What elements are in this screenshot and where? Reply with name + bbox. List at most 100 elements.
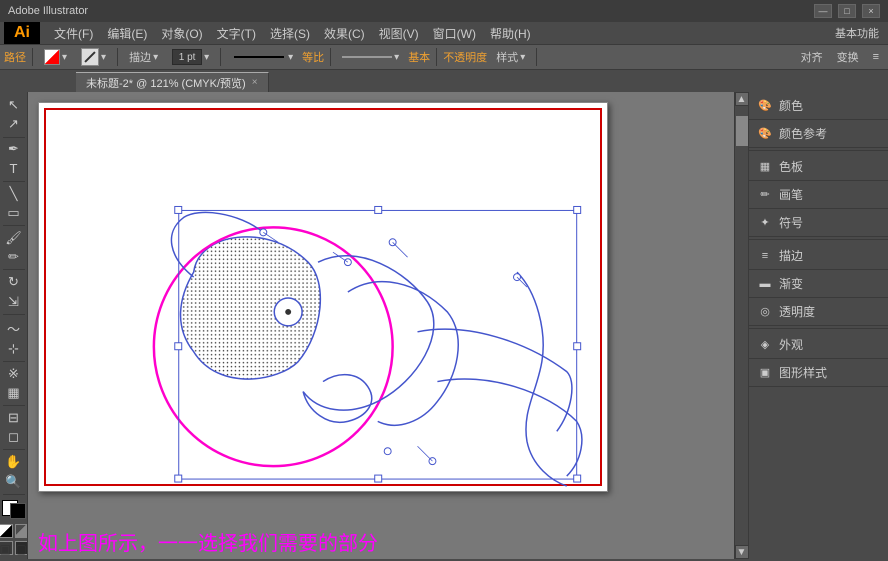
pen-tool[interactable]: ✒	[3, 140, 25, 158]
toolbar-sep4	[330, 48, 331, 66]
ctrl-handle-6[interactable]	[384, 448, 391, 455]
menu-object[interactable]: 对象(O)	[155, 23, 208, 44]
menu-file[interactable]: 文件(F)	[48, 23, 99, 44]
panel-graphic-styles-label: 图形样式	[779, 364, 827, 381]
anchor-tl[interactable]	[175, 206, 182, 213]
graphic-styles-icon: ▣	[757, 365, 773, 381]
bottom-loop[interactable]	[303, 375, 372, 423]
rotate-tool[interactable]: ↻	[3, 273, 25, 291]
align-button[interactable]: 对齐	[796, 46, 828, 68]
stroke-style-selector[interactable]: 描边 ▾	[124, 46, 163, 68]
scroll-up-button[interactable]: ▲	[735, 92, 749, 106]
menu-effect[interactable]: 效果(C)	[318, 23, 371, 44]
panel-color[interactable]: 🎨 颜色	[749, 92, 888, 120]
properties-bar: 路径 ▾ ▾ 描边 ▾ ▾ ▾ 等比 ▾ 基本 不透明度 样式 ▾ 对齐	[0, 44, 888, 70]
eraser-tool[interactable]: ◻	[3, 428, 25, 446]
canvas-scroll[interactable]	[28, 92, 734, 523]
drawing-canvas[interactable]	[39, 103, 607, 491]
tab-bar: 未标题-2* @ 121% (CMYK/预览) ×	[0, 70, 888, 92]
free-transform-tool[interactable]: ⊹	[3, 340, 25, 358]
brushes-icon: ✏	[757, 187, 773, 203]
vertical-scrollbar[interactable]: ▲ ▼	[734, 92, 748, 559]
stroke-color-picker[interactable]: ▾	[39, 46, 72, 68]
more-button[interactable]: ≡	[868, 48, 884, 66]
stroke-line-selector[interactable]: ▾	[227, 49, 298, 66]
ai-logo: Ai	[4, 22, 40, 44]
transform-button[interactable]: 变换	[832, 46, 864, 68]
line-tool[interactable]: ╲	[3, 185, 25, 203]
slice-tool[interactable]: ⊟	[3, 409, 25, 427]
panel-swatches[interactable]: ▦ 色板	[749, 153, 888, 181]
warp-tool[interactable]: 〜	[3, 318, 25, 339]
minimize-button[interactable]: —	[814, 4, 832, 18]
s-curve-right[interactable]	[517, 272, 567, 486]
selection-tool[interactable]: ↖	[3, 96, 25, 114]
dash-line-selector[interactable]: ▾	[337, 49, 404, 66]
direct-selection-tool[interactable]: ↗	[3, 115, 25, 133]
body-curve-2[interactable]	[348, 282, 458, 426]
opacity-label[interactable]: 不透明度	[443, 49, 487, 65]
panel-brushes[interactable]: ✏ 画笔	[749, 181, 888, 209]
panel-stroke[interactable]: ≡ 描边	[749, 242, 888, 270]
workspace-selector[interactable]: 基本功能	[830, 22, 884, 44]
color-fg-bg[interactable]	[2, 500, 26, 520]
ctrl-handle-2[interactable]	[344, 259, 351, 266]
menu-help[interactable]: 帮助(H)	[484, 23, 537, 44]
menu-window[interactable]: 窗口(W)	[427, 23, 482, 44]
panel-appearance-label: 外观	[779, 336, 803, 353]
pencil-tool[interactable]: ✏	[3, 248, 25, 266]
toolbar-separator	[32, 48, 33, 66]
scroll-track[interactable]	[735, 106, 748, 545]
close-button[interactable]: ×	[862, 4, 880, 18]
anchor-ml[interactable]	[175, 343, 182, 350]
anchor-tm[interactable]	[375, 206, 382, 213]
menu-edit[interactable]: 编辑(E)	[101, 23, 153, 44]
toolbar-sep3	[220, 48, 221, 66]
stroke-width-input[interactable]: ▾	[167, 46, 214, 68]
fill-color-picker[interactable]: ▾	[76, 45, 111, 69]
panel-transparency[interactable]: ◎ 透明度	[749, 298, 888, 326]
anchor-br[interactable]	[574, 475, 581, 482]
anchor-bm[interactable]	[375, 475, 382, 482]
menu-select[interactable]: 选择(S)	[264, 23, 316, 44]
document-tab[interactable]: 未标题-2* @ 121% (CMYK/预览) ×	[76, 72, 269, 92]
caption-text: 如上图所示，一一选择我们需要的部分	[38, 527, 378, 556]
right-panel: 🎨 颜色 🎨 颜色参考 ▦ 色板 ✏ 画笔 ✦ 符号 ≡ 描边 ▬ 渐变	[748, 92, 888, 559]
panel-gradient[interactable]: ▬ 渐变	[749, 270, 888, 298]
normal-color-button[interactable]	[0, 524, 13, 538]
panel-appearance[interactable]: ◈ 外观	[749, 331, 888, 359]
menu-text[interactable]: 文字(T)	[211, 23, 262, 44]
column-graph-tool[interactable]: ▦	[3, 384, 25, 402]
tool-separator-9	[3, 494, 25, 495]
paintbrush-tool[interactable]: 🖌	[3, 229, 25, 247]
anchor-tr[interactable]	[574, 206, 581, 213]
screen-mode-button[interactable]: ▣	[0, 541, 13, 555]
view-mode-buttons: ▣ ▢	[0, 541, 28, 555]
hand-tool[interactable]: ✋	[3, 453, 25, 471]
panel-graphic-styles[interactable]: ▣ 图形样式	[749, 359, 888, 387]
anchor-mr[interactable]	[574, 343, 581, 350]
scroll-down-button[interactable]: ▼	[735, 545, 749, 559]
symbol-sprayer-tool[interactable]: ※	[3, 365, 25, 383]
panel-color-ref[interactable]: 🎨 颜色参考	[749, 120, 888, 148]
ctrl-handle-1[interactable]	[260, 229, 267, 236]
dash-line-preview	[342, 56, 392, 58]
full-screen-button[interactable]: ▢	[15, 541, 29, 555]
caption-area: 如上图所示，一一选择我们需要的部分	[28, 523, 734, 559]
panel-symbols[interactable]: ✦ 符号	[749, 209, 888, 237]
maximize-button[interactable]: □	[838, 4, 856, 18]
zoom-tool[interactable]: 🔍	[3, 473, 25, 491]
color-ref-icon: 🎨	[757, 126, 773, 142]
rect-tool[interactable]: ▭	[3, 204, 25, 222]
stroke-color-box[interactable]	[10, 503, 26, 519]
menu-view[interactable]: 视图(V)	[373, 23, 425, 44]
style-selector[interactable]: 样式 ▾	[491, 46, 530, 68]
tab-close-button[interactable]: ×	[252, 77, 258, 88]
tab-label: 未标题-2* @ 121% (CMYK/预览)	[86, 75, 246, 91]
none-color-button[interactable]	[15, 524, 29, 538]
path-label: 路径	[4, 49, 26, 65]
type-tool[interactable]: T	[3, 160, 25, 178]
scroll-thumb[interactable]	[736, 116, 748, 146]
scale-tool[interactable]: ⇲	[3, 293, 25, 311]
anchor-bl[interactable]	[175, 475, 182, 482]
